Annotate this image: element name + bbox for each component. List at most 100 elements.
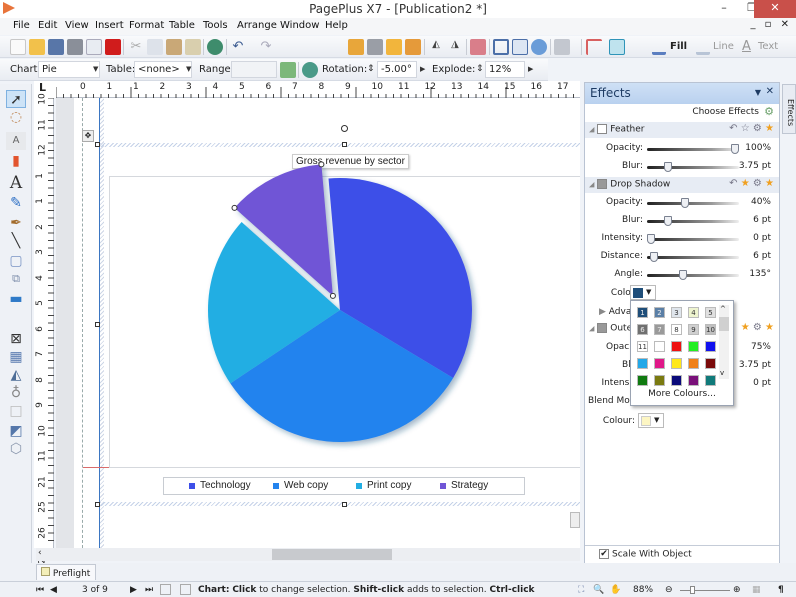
shape-tool-icon[interactable]: ▢ <box>6 252 26 270</box>
text-frame-tool-icon[interactable]: A <box>6 132 26 150</box>
slice-handle[interactable] <box>329 292 336 299</box>
colour-swatch[interactable]: 6 <box>637 324 648 335</box>
last-page-icon[interactable]: ⏭ <box>145 585 153 595</box>
colour-swatch[interactable]: 3 <box>671 307 682 318</box>
effect-slider[interactable] <box>647 252 739 262</box>
colour-swatch[interactable] <box>654 375 665 386</box>
snapping-icon[interactable] <box>609 39 625 55</box>
menu-view[interactable]: View <box>65 20 89 31</box>
fill-tool-icon[interactable]: ◭ <box>6 366 26 384</box>
colour-picker-tool-icon[interactable]: □ <box>6 402 26 420</box>
close-button[interactable]: ✕ <box>754 0 796 18</box>
chevron-down-icon[interactable]: ▼ <box>186 65 191 73</box>
slider-thumb[interactable] <box>647 234 655 244</box>
colour-swatch[interactable] <box>637 375 648 386</box>
scroll-down-icon[interactable]: v <box>720 369 724 377</box>
chevron-down-icon[interactable]: ▼ <box>93 65 98 73</box>
effect-slider[interactable] <box>647 162 739 172</box>
fill-icon[interactable] <box>652 39 666 55</box>
open-icon[interactable] <box>29 39 45 55</box>
vertical-ruler[interactable]: 1011121123456789101121252627 <box>34 93 54 564</box>
menu-edit[interactable]: Edit <box>38 20 57 31</box>
effect-slider[interactable] <box>647 234 739 244</box>
minimize-button[interactable]: – <box>710 0 738 18</box>
format-painter-icon[interactable] <box>185 39 201 55</box>
menu-file[interactable]: File <box>13 20 30 31</box>
paste-icon[interactable] <box>166 39 182 55</box>
menu-arrange[interactable]: Arrange <box>237 20 277 31</box>
align-icon[interactable] <box>470 39 486 55</box>
rotation-spinner-icon[interactable]: ⇕ <box>367 64 375 74</box>
mdi-controls[interactable]: _ ▫ ✕ <box>750 19 792 30</box>
colour-swatch[interactable] <box>637 358 648 369</box>
explode-flyout-icon[interactable]: ▶ <box>528 65 533 73</box>
slice-handle[interactable] <box>318 161 325 168</box>
effect-slider[interactable] <box>647 198 739 208</box>
crop-tool-icon[interactable]: ⊠ <box>6 330 26 348</box>
feather-actions-icon[interactable]: ↶ ☆ ⚙ ★ <box>729 123 774 134</box>
line-icon[interactable] <box>696 39 710 55</box>
zoom-slider[interactable] <box>680 586 730 594</box>
new-icon[interactable] <box>10 39 26 55</box>
instant-3d-tool-icon[interactable]: ◩ <box>6 422 26 440</box>
guides-icon[interactable] <box>586 39 602 55</box>
page-canvas[interactable]: ✥ Gross revenue by sector Technology Web … <box>56 98 580 548</box>
slice-handle[interactable] <box>231 204 238 211</box>
zoom-tool-icon[interactable]: 🔍 <box>593 585 604 595</box>
outer-glow-actions-icon[interactable]: ★ ⚙ ★ <box>741 322 774 333</box>
page-manager-icon[interactable] <box>180 584 191 595</box>
chart-tool-icon[interactable]: ▮ <box>6 152 26 170</box>
drop-shadow-checkbox[interactable] <box>597 179 608 189</box>
paragraph-marks-icon[interactable]: ¶ <box>778 585 784 595</box>
colour-swatch[interactable]: 2 <box>654 307 665 318</box>
master-page-icon[interactable] <box>160 584 171 595</box>
text-colour-icon[interactable]: A <box>742 39 758 55</box>
colour-swatch[interactable]: 8 <box>671 324 682 335</box>
colour-swatch[interactable] <box>671 358 682 369</box>
menu-format[interactable]: Format <box>129 20 164 31</box>
scroll-up-icon[interactable]: ^ <box>720 305 726 313</box>
line-tool-icon[interactable]: ╲ <box>6 232 26 250</box>
print-preview-icon[interactable] <box>86 39 102 55</box>
colour-swatch[interactable] <box>688 375 699 386</box>
colour-swatch[interactable]: 4 <box>688 307 699 318</box>
outer-glow-checkbox[interactable] <box>597 323 608 333</box>
explode-spinner-icon[interactable]: ⇕ <box>476 64 484 74</box>
chart-legend[interactable]: Technology Web copy Print copy Strategy <box>163 477 525 495</box>
colour-swatch[interactable] <box>654 341 665 352</box>
connector-tool-icon[interactable]: ⧉ <box>6 270 26 288</box>
pencil-tool-icon[interactable]: ✎ <box>6 194 26 212</box>
range-input[interactable] <box>231 61 277 78</box>
colour-swatch[interactable]: 7 <box>654 324 665 335</box>
slider-thumb[interactable] <box>663 216 672 226</box>
shield-icon[interactable]: ⬡ <box>6 440 26 458</box>
colour-swatch[interactable] <box>705 341 716 352</box>
artistic-text-tool-icon[interactable]: A <box>6 174 26 192</box>
multi-page-icon[interactable]: ▦ <box>752 585 761 595</box>
flip-vertical-icon[interactable]: ◮ <box>447 39 463 55</box>
zoom-to-fit-icon[interactable]: ⛶ <box>578 585 584 595</box>
save-icon[interactable] <box>48 39 64 55</box>
feather-section[interactable]: ◢ Feather ↶ ☆ ⚙ ★ <box>585 122 779 138</box>
anchor-icon[interactable] <box>531 39 547 55</box>
page-indicator[interactable]: 3 of 9 <box>82 585 108 595</box>
send-to-back-icon[interactable] <box>367 39 383 55</box>
scroll-left-icon[interactable]: ‹ <box>38 548 42 558</box>
choose-effects-icon[interactable]: ⚙ <box>764 105 774 118</box>
scrollbar-thumb[interactable] <box>272 549 392 560</box>
wrap-icon[interactable] <box>493 39 509 55</box>
next-page-icon[interactable]: ▶ <box>130 585 137 595</box>
glow-colour-picker[interactable]: ▼ <box>638 413 664 428</box>
colour-swatch[interactable]: 5 <box>705 307 716 318</box>
copy-icon[interactable] <box>147 39 163 55</box>
panel-menu-icon[interactable]: ▼ <box>755 88 761 97</box>
colour-swatch[interactable] <box>705 375 716 386</box>
table-select[interactable]: <none> <box>134 61 192 78</box>
zoom-out-icon[interactable]: ⊖ <box>665 585 673 595</box>
flip-horizontal-icon[interactable]: ◭ <box>428 39 444 55</box>
effect-slider[interactable] <box>647 144 739 154</box>
lasso-tool-icon[interactable]: ◌ <box>6 108 26 126</box>
fill-button[interactable]: Fill <box>670 41 687 52</box>
cut-icon[interactable]: ✂ <box>128 39 144 55</box>
colour-swatch[interactable]: 9 <box>688 324 699 335</box>
